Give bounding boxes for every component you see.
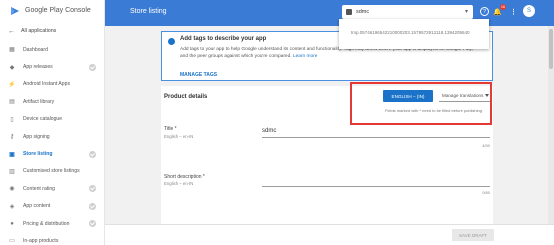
brand[interactable]: Google Play Console [0, 0, 104, 21]
app-selector[interactable]: sdmc ▾ [342, 5, 473, 19]
sidebar-item-label: Dashboard [23, 46, 48, 53]
sidebar-nav: ▦ Dashboard ◆ App releases ⚡ Android Instant … [0, 41, 104, 245]
notification-badge: 16 [500, 4, 506, 10]
rating-icon: ◉ [9, 186, 15, 193]
all-applications-label: All applications [21, 28, 57, 34]
bolt-icon: ⚡ [8, 81, 16, 88]
brand-title: Google Play Console [25, 7, 91, 14]
product-details-title: Product details [164, 94, 208, 100]
avatar[interactable]: S [523, 5, 535, 17]
app-id-option[interactable]: tmp.05746196542210000203.1579572912118.1… [351, 30, 470, 35]
short-description-language: English – en-IN [164, 181, 194, 186]
cart-icon: ▭ [9, 238, 15, 245]
info-icon [168, 38, 175, 45]
sidebar-item-device-catalogue[interactable]: ▯ Device catalogue [0, 111, 104, 128]
footer-bar: SAVE DRAFT [105, 224, 554, 245]
pricing-icon: ● [10, 220, 14, 227]
all-applications-link[interactable]: ← All applications [0, 21, 104, 41]
library-icon: ▤ [9, 99, 15, 106]
sidebar-item-label: Device catalogue [23, 116, 63, 123]
sidebar-item-pricing-distribution[interactable]: ● Pricing & distribution [0, 215, 104, 232]
app-icon [346, 9, 352, 15]
sidebar-item-label: App releases [23, 64, 53, 71]
check-circle-icon [89, 63, 96, 71]
manage-tags-button[interactable]: MANAGE TAGS [180, 72, 217, 78]
sidebar-item-app-releases[interactable]: ◆ App releases [0, 58, 104, 75]
title-field-label: Title * [164, 126, 177, 132]
sidebar-item-label: Content rating [23, 185, 55, 192]
info-title: Add tags to describe your app [180, 36, 267, 42]
learn-more-link[interactable]: Learn more [293, 54, 318, 59]
back-arrow-icon: ← [8, 27, 15, 35]
page-title: Store listing [130, 8, 167, 15]
sidebar-item-content-rating[interactable]: ◉ Content rating [0, 180, 104, 197]
custom-listing-icon: ▥ [9, 168, 15, 175]
sidebar-item-android-instant-apps[interactable]: ⚡ Android Instant Apps [0, 76, 104, 93]
play-console-logo-icon [10, 6, 20, 16]
rocket-icon: ◆ [9, 64, 15, 71]
check-circle-icon [89, 202, 96, 210]
key-icon: ⚷ [9, 134, 15, 141]
sidebar: Google Play Console ← All applications ▦… [0, 0, 105, 245]
sidebar-item-customised-store-listings[interactable]: ▥ Customised store listings [0, 163, 104, 180]
short-description-char-count: 0/80 [482, 190, 490, 195]
check-circle-icon [89, 220, 96, 228]
scrollbar[interactable] [548, 26, 554, 224]
save-draft-label: SAVE DRAFT [459, 232, 487, 238]
title-input-value: sdmc [262, 128, 277, 134]
more-vert-icon[interactable]: ⋮ [509, 7, 518, 16]
title-char-count: 4/50 [482, 143, 490, 148]
sidebar-item-label: Store listing [23, 151, 53, 158]
short-description-label: Short description * [164, 174, 205, 180]
sidebar-item-label: App content [23, 203, 51, 210]
shield-icon: ◈ [9, 203, 15, 210]
sidebar-item-label: Android Instant Apps [23, 81, 71, 88]
short-description-input[interactable] [262, 177, 490, 187]
phone-icon: ▯ [10, 116, 14, 123]
dashboard-icon: ▦ [9, 47, 15, 54]
app-selector-value: sdmc [356, 9, 370, 15]
sidebar-item-label: Customised store listings [23, 168, 80, 175]
store-icon: ▣ [9, 151, 15, 158]
help-icon[interactable]: ? [480, 7, 489, 16]
sidebar-item-store-listing[interactable]: ▣ Store listing [0, 145, 104, 162]
sidebar-item-in-app-products[interactable]: ▭ In-app products [0, 232, 104, 245]
check-circle-icon [89, 150, 96, 158]
sidebar-item-artifact-library[interactable]: ▤ Artifact library [0, 93, 104, 110]
annotation-highlight-box [350, 82, 492, 125]
sidebar-item-app-content[interactable]: ◈ App content [0, 198, 104, 215]
chevron-down-icon: ▾ [464, 9, 468, 15]
scrollbar-thumb[interactable] [549, 29, 553, 69]
sidebar-item-label: In-app products [23, 237, 59, 244]
sidebar-item-label: Artifact library [23, 98, 55, 105]
sidebar-item-app-signing[interactable]: ⚷ App signing [0, 128, 104, 145]
app-selector-dropdown: tmp.05746196542210000203.1579572912118.1… [339, 19, 489, 49]
title-field-language: English – en-IN [164, 134, 194, 139]
sidebar-item-label: App signing [23, 133, 50, 140]
title-input[interactable]: sdmc [262, 128, 490, 138]
check-circle-icon [89, 185, 96, 193]
sidebar-item-dashboard[interactable]: ▦ Dashboard [0, 41, 104, 58]
sidebar-item-label: Pricing & distribution [23, 220, 70, 227]
save-draft-button[interactable]: SAVE DRAFT [452, 229, 494, 241]
main-content: Add tags to describe your app Add tags t… [105, 26, 554, 245]
